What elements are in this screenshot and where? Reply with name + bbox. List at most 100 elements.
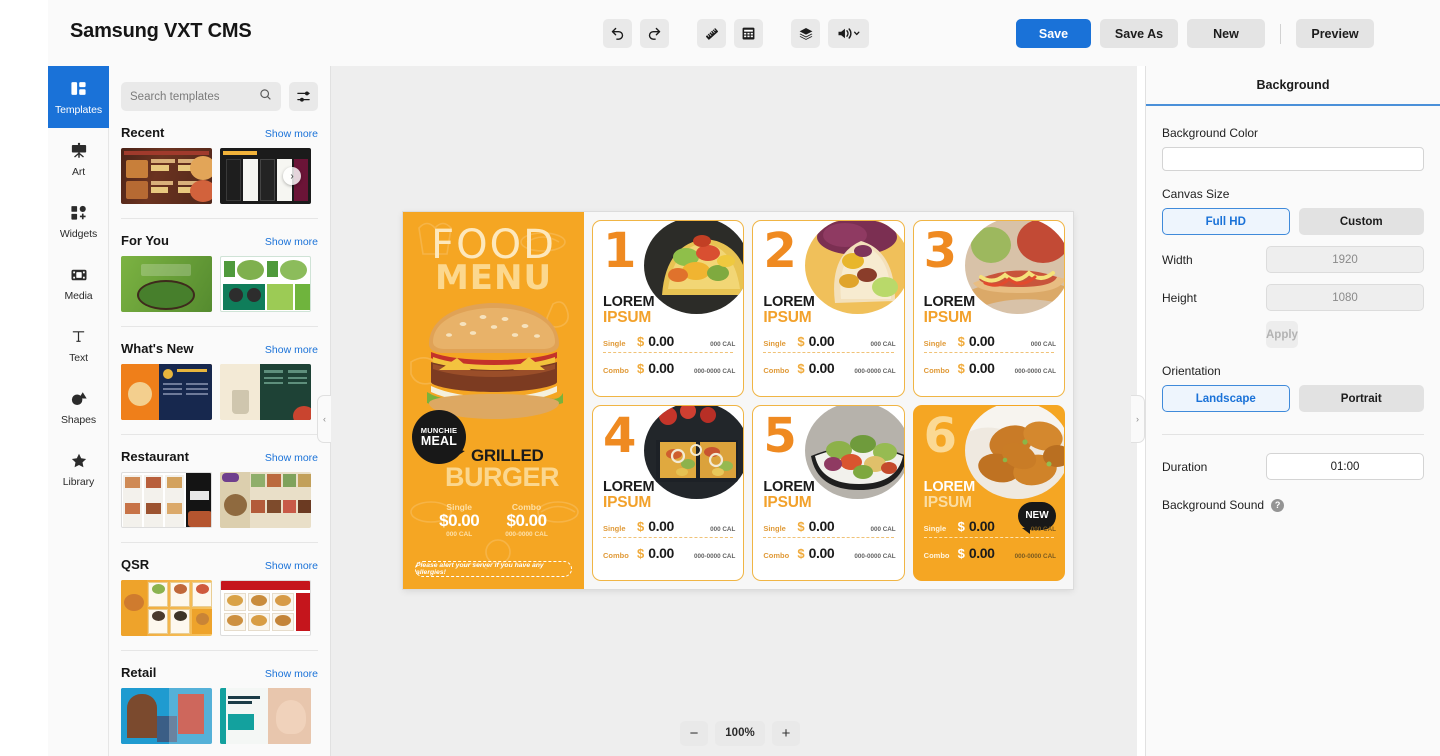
new-button[interactable]: New xyxy=(1187,19,1265,48)
grid-icon[interactable] xyxy=(734,19,763,48)
template-thumbnail[interactable] xyxy=(220,580,311,636)
zoom-level-value[interactable]: 100% xyxy=(715,720,765,746)
currency-symbol: $ xyxy=(637,361,645,376)
menu-item-card[interactable]: 4 LOREM IPSUM Single $ 0.00 000 CAL Comb… xyxy=(592,404,745,581)
save-as-button[interactable]: Save As xyxy=(1100,19,1178,48)
sidebar-item-shapes[interactable]: Shapes xyxy=(48,376,109,438)
section-title: For You xyxy=(121,233,169,248)
save-button[interactable]: Save xyxy=(1016,19,1091,48)
filter-sliders-icon[interactable] xyxy=(289,82,318,111)
thumbnail-row xyxy=(121,688,318,744)
section-header: Restaurant Show more xyxy=(121,449,318,464)
template-thumbnail[interactable] xyxy=(220,256,311,312)
search-input[interactable]: Search templates xyxy=(121,82,281,111)
hero-panel[interactable]: FOOD MENU MUNCHIE MEAL GRILLED BURGER Si… xyxy=(403,212,584,589)
template-thumbnail[interactable] xyxy=(121,580,212,636)
menu-item-card[interactable]: 2 LOREM IPSUM Single $ 0.00 000 CAL Comb… xyxy=(752,220,905,397)
price-label: Single xyxy=(603,339,626,348)
item-line2: IPSUM xyxy=(923,493,972,511)
thumbnail-row xyxy=(121,364,318,420)
artboard[interactable]: FOOD MENU MUNCHIE MEAL GRILLED BURGER Si… xyxy=(403,212,1073,589)
show-more-link[interactable]: Show more xyxy=(265,560,318,572)
template-thumbnail[interactable] xyxy=(220,364,311,420)
landscape-button[interactable]: Landscape xyxy=(1162,385,1290,412)
template-thumbnail[interactable] xyxy=(121,472,212,528)
template-thumbnail[interactable] xyxy=(121,148,212,204)
item-line1: LOREM xyxy=(603,294,655,310)
show-more-link[interactable]: Show more xyxy=(265,344,318,356)
price-divider xyxy=(603,352,734,353)
background-color-input[interactable] xyxy=(1162,147,1424,171)
item-price-single: Single $ 0.00 000 CAL xyxy=(924,333,1056,349)
undo-icon[interactable] xyxy=(603,19,632,48)
preview-button[interactable]: Preview xyxy=(1296,19,1374,48)
item-line2: IPSUM xyxy=(763,493,812,511)
zoom-in-button[interactable]: + xyxy=(772,720,800,746)
template-thumbnail[interactable] xyxy=(220,688,311,744)
left-rail: Templates Art Widgets Media Text Shapes … xyxy=(48,66,109,756)
price-divider xyxy=(923,536,1054,538)
item-line2: IPSUM xyxy=(603,493,652,511)
help-icon[interactable]: ? xyxy=(1271,498,1285,512)
menu-item-grid: 1 LOREM IPSUM Single $ 0.00 000 CAL Comb… xyxy=(584,212,1073,589)
template-thumbnail[interactable] xyxy=(220,472,311,528)
show-more-link[interactable]: Show more xyxy=(265,236,318,248)
canvas-area[interactable]: FOOD MENU MUNCHIE MEAL GRILLED BURGER Si… xyxy=(331,66,1440,756)
menu-item-card[interactable]: 1 LOREM IPSUM Single $ 0.00 000 CAL Comb… xyxy=(592,220,745,397)
height-input[interactable]: 1080 xyxy=(1266,284,1424,311)
item-photo-chicken xyxy=(964,405,1064,499)
item-price-single: Single $ 0.00 000 CAL xyxy=(603,333,735,349)
collapse-left-panel-button[interactable]: ‹ xyxy=(317,395,331,443)
sidebar-item-templates[interactable]: Templates xyxy=(48,66,109,128)
menu-item-card[interactable]: 6 LOREM IPSUM NEW Single $ 0.00 000 CAL xyxy=(912,404,1065,581)
full-hd-button[interactable]: Full HD xyxy=(1162,208,1290,235)
width-input[interactable]: 1920 xyxy=(1266,246,1424,273)
currency-symbol: $ xyxy=(957,545,965,561)
show-more-link[interactable]: Show more xyxy=(265,128,318,140)
show-more-link[interactable]: Show more xyxy=(265,452,318,464)
template-thumbnail[interactable] xyxy=(121,364,212,420)
template-thumbnail[interactable] xyxy=(121,688,212,744)
price-label: Single xyxy=(923,523,947,533)
chevron-right-icon: › xyxy=(1136,414,1139,424)
apply-button[interactable]: Apply xyxy=(1266,321,1298,348)
thumbnail-row xyxy=(121,580,318,636)
collapse-right-panel-button[interactable]: › xyxy=(1131,395,1145,443)
ruler-icon[interactable] xyxy=(697,19,726,48)
templates-section-qsr: QSR Show more xyxy=(109,543,330,651)
sidebar-item-widgets[interactable]: Widgets xyxy=(48,190,109,252)
sidebar-item-media[interactable]: Media xyxy=(48,252,109,314)
search-placeholder: Search templates xyxy=(130,90,220,103)
price-value: 0.00 xyxy=(808,544,835,561)
zoom-out-button[interactable]: − xyxy=(680,720,708,746)
item-line1: LOREM xyxy=(763,294,815,310)
sidebar-item-art[interactable]: Art xyxy=(48,128,109,190)
show-more-link[interactable]: Show more xyxy=(265,668,318,680)
duration-input[interactable]: 01:00 xyxy=(1266,453,1424,480)
search-row: Search templates xyxy=(109,66,330,111)
portrait-button[interactable]: Portrait xyxy=(1298,385,1424,412)
item-line2: IPSUM xyxy=(603,309,652,326)
sidebar-item-label: Widgets xyxy=(59,227,98,240)
template-thumbnail[interactable] xyxy=(121,256,212,312)
currency-symbol: $ xyxy=(797,334,805,349)
item-price-combo: Combo $ 0.00 000-0000 CAL xyxy=(924,545,1056,561)
carousel-next-button[interactable]: › xyxy=(283,167,301,185)
sidebar-item-text[interactable]: Text xyxy=(48,314,109,376)
currency-symbol: $ xyxy=(797,361,805,376)
price-divider xyxy=(763,352,894,353)
layers-icon[interactable] xyxy=(791,19,820,48)
sidebar-item-library[interactable]: Library xyxy=(48,438,109,500)
sidebar-item-label: Art xyxy=(71,165,86,178)
badge-line-1: MUNCHIE xyxy=(420,425,458,435)
item-number: 5 xyxy=(763,407,797,464)
menu-item-card[interactable]: 3 LOREM IPSUM Single $ 0.00 000 CAL Comb… xyxy=(912,220,1065,397)
item-price-combo: Combo $ 0.00 000-0000 CAL xyxy=(603,360,735,376)
tab-background[interactable]: Background xyxy=(1146,66,1440,106)
custom-size-button[interactable]: Custom xyxy=(1298,208,1424,235)
app-root: Samsung VXT CMS Save Save As New Preview… xyxy=(0,0,1440,756)
redo-icon[interactable] xyxy=(640,19,669,48)
volume-icon[interactable] xyxy=(828,19,869,48)
menu-item-card[interactable]: 5 LOREM IPSUM Single $ 0.00 000 CAL Comb… xyxy=(752,404,905,581)
template-thumbnail[interactable]: › xyxy=(220,148,311,204)
